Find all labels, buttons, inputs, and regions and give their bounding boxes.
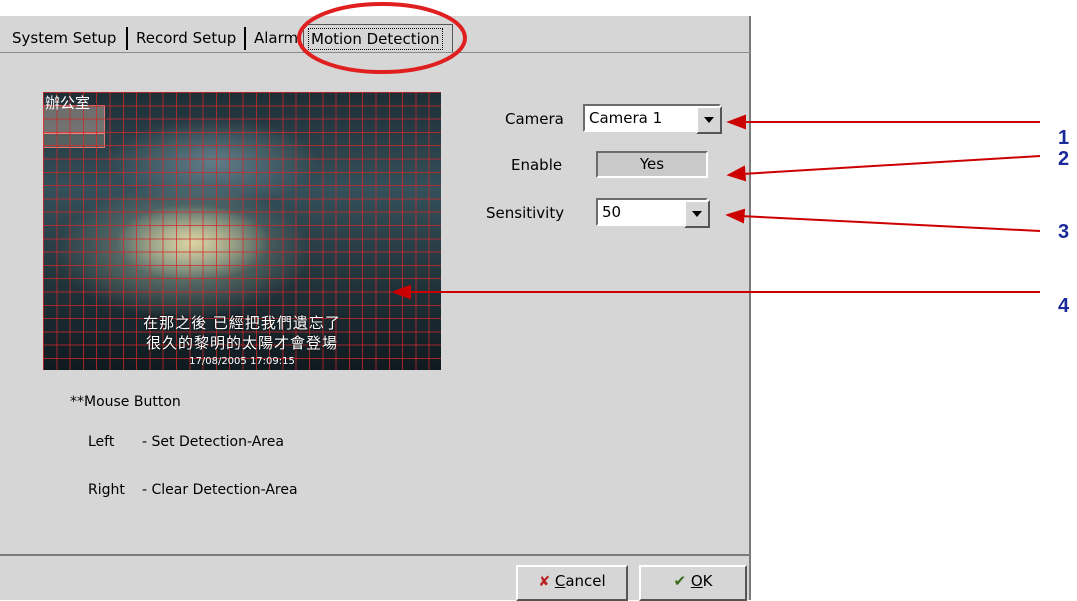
- callout-arrow-3: [739, 215, 1041, 232]
- callout-arrowhead-1: [726, 114, 746, 130]
- callout-number-4: 4: [1058, 295, 1070, 317]
- annotation-overlay: [297, 2, 1041, 300]
- callout-arrowhead-4: [391, 284, 411, 300]
- callout-number-1: 1: [1058, 127, 1070, 149]
- callout-arrow-2: [741, 155, 1041, 175]
- callout-number-2: 2: [1058, 148, 1070, 170]
- callout-number-3: 3: [1058, 221, 1070, 243]
- callout-arrowhead-2: [726, 165, 747, 182]
- highlight-circle: [297, 2, 467, 74]
- callout-arrowhead-3: [725, 208, 746, 224]
